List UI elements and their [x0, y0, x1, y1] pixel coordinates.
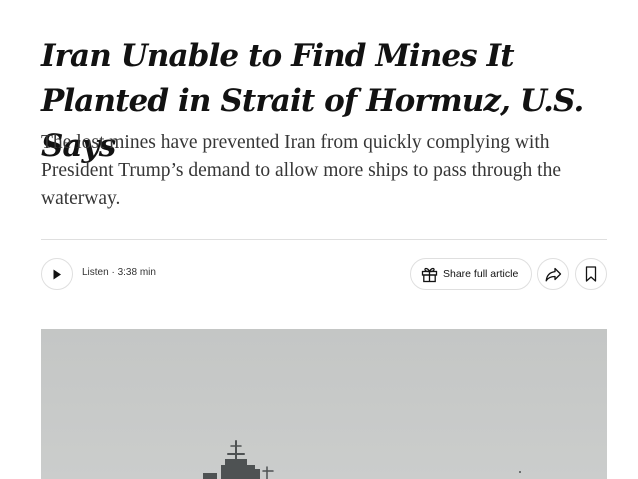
share-full-article-button[interactable]: Share full article: [410, 258, 532, 290]
warship-illustration: [203, 440, 521, 479]
share-button[interactable]: [537, 258, 569, 290]
save-bookmark-button[interactable]: [575, 258, 607, 290]
play-icon: [53, 269, 61, 279]
article-lead-photo: [41, 329, 607, 479]
bookmark-icon: [585, 266, 597, 282]
article-page: Iran Unable to Find Mines It Planted in …: [0, 0, 638, 479]
divider: [41, 239, 607, 240]
share-full-article-label: Share full article: [443, 268, 519, 280]
article-summary: The lost mines have prevented Iran from …: [41, 132, 561, 209]
share-arrow-icon: [545, 267, 561, 281]
gift-icon: [421, 267, 438, 282]
listen-duration-label[interactable]: Listen · 3:38 min: [82, 266, 156, 280]
listen-play-button[interactable]: [41, 258, 73, 290]
